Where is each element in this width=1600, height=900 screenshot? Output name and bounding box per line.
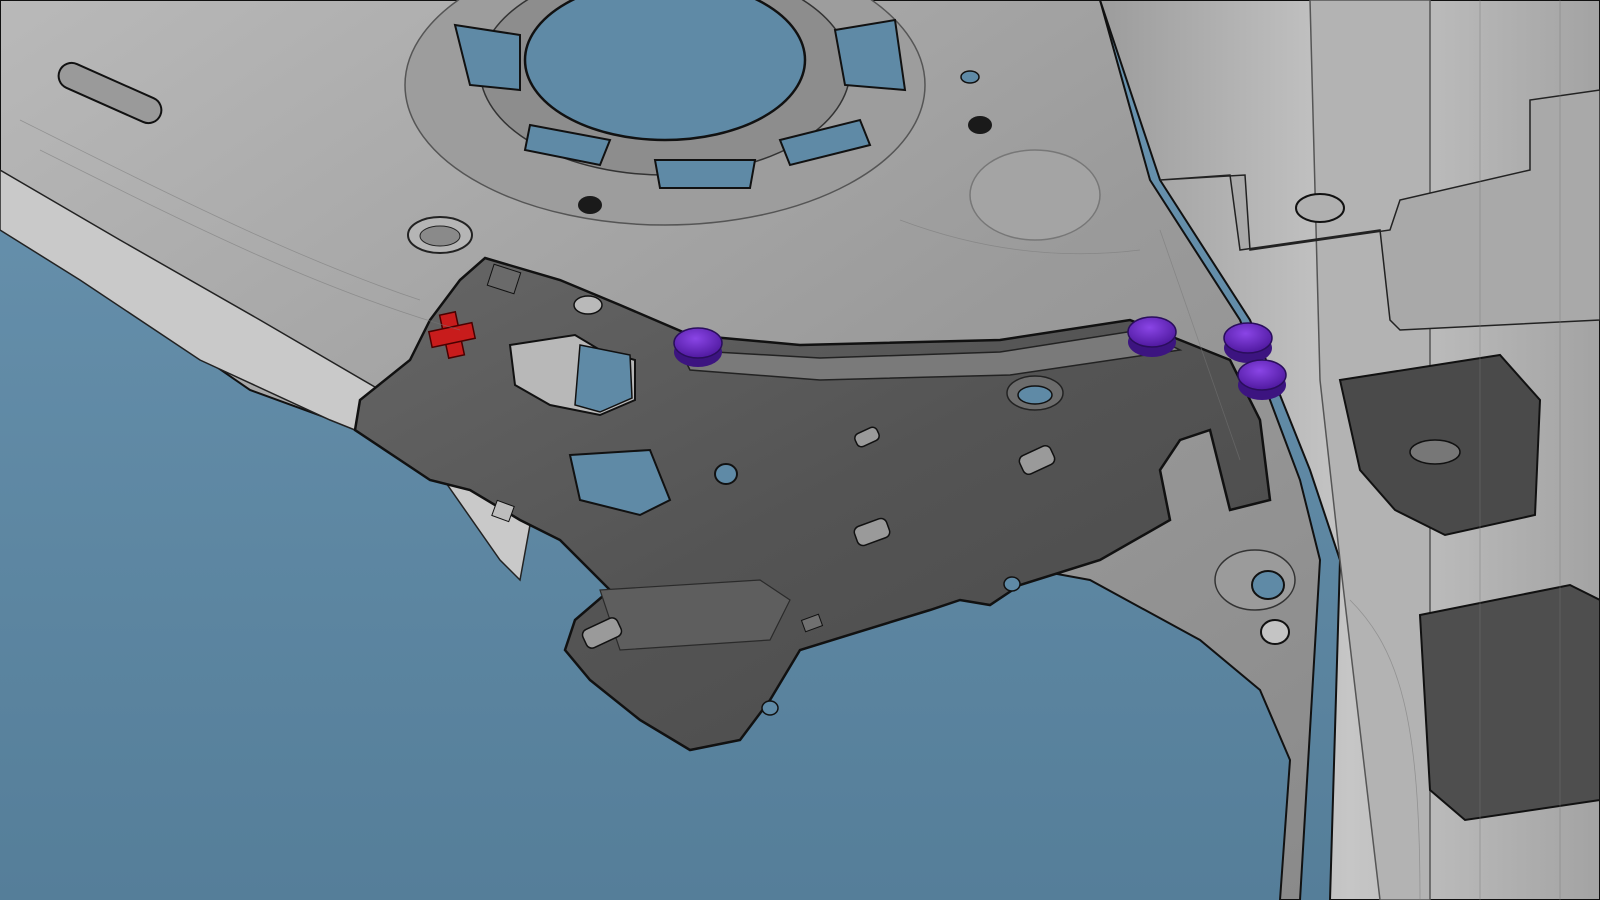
cad-viewport[interactable]: [0, 0, 1600, 900]
weld-point-3[interactable]: [1223, 322, 1273, 363]
weld-point-1[interactable]: [673, 327, 723, 367]
rail-hole: [1295, 193, 1345, 223]
lower-right-box: [1418, 583, 1600, 822]
weld-point-2[interactable]: [1127, 316, 1177, 357]
bracket-rib-lower: [599, 579, 791, 651]
pocket-hole: [1409, 439, 1461, 465]
cad-scene[interactable]: [0, 0, 1600, 900]
weld-point-4[interactable]: [1237, 359, 1287, 400]
